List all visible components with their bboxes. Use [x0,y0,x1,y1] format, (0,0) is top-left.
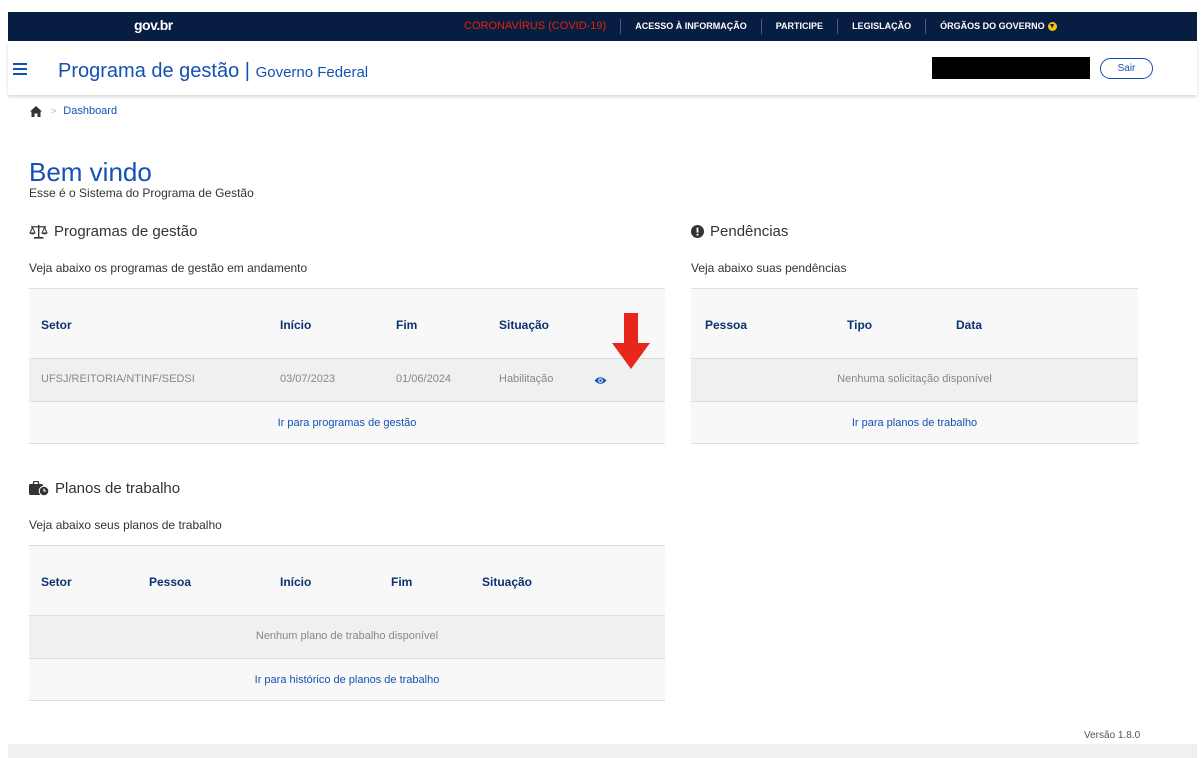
programas-description: Veja abaixo os programas de gestão em an… [29,261,308,275]
col-data: Data [956,318,983,332]
app-title: Programa de gestão | Governo Federal [58,60,368,83]
footer-bar [8,744,1197,758]
col-situacao: Situação [499,318,550,332]
programas-table-footer: Ir para programas de gestão [29,401,665,444]
planos-title-text: Planos de trabalho [55,480,181,497]
covid-link[interactable]: CORONAVÍRUS (COVID-19) [450,19,620,34]
app-header: Programa de gestão | Governo Federal Sai… [8,41,1197,95]
title-separator: | [244,60,250,82]
eye-icon[interactable] [594,376,607,385]
programas-title-text: Programas de gestão [54,223,198,240]
breadcrumb-dashboard[interactable]: Dashboard [63,105,117,117]
orgaos-governo-link[interactable]: ÓRGÃOS DO GOVERNO ▼ [925,19,1071,34]
exclamation-circle-icon [691,225,704,238]
menu-icon[interactable] [13,63,27,75]
historico-planos-link[interactable]: Ir para histórico de planos de trabalho [255,674,440,686]
cell-situacao: Habilitação [499,373,554,385]
col-setor: Setor [41,575,72,589]
planos-description: Veja abaixo seus planos de trabalho [29,518,222,532]
pendencias-table: Pessoa Tipo Data Nenhuma solicitação dis… [691,288,1138,444]
col-fim: Fim [396,318,418,332]
col-pessoa: Pessoa [149,575,192,589]
govbr-logo[interactable]: gov.br [134,17,173,33]
col-inicio: Início [280,318,312,332]
col-fim: Fim [391,575,413,589]
pendencias-table-footer: Ir para planos de trabalho [691,401,1138,444]
chevron-down-icon: ▼ [1047,22,1057,32]
breadcrumb-separator: > [51,106,57,116]
participe-link[interactable]: PARTICIPE [760,19,837,34]
pendencias-title-text: Pendências [710,223,789,240]
planos-trabalho-link[interactable]: Ir para planos de trabalho [852,417,977,429]
pendencias-section-title: Pendências [691,223,788,240]
col-inicio: Início [280,575,312,589]
col-setor: Setor [41,318,72,332]
planos-table-footer: Ir para histórico de planos de trabalho [29,658,665,701]
col-pessoa: Pessoa [705,318,748,332]
programas-section-title: Programas de gestão [29,223,197,240]
table-row[interactable]: UFSJ/REITORIA/NTINF/SEDSI 03/07/2023 01/… [29,358,665,401]
orgaos-governo-label: ÓRGÃOS DO GOVERNO [940,21,1045,31]
table-row: Nenhuma solicitação disponível [691,358,1138,401]
cell-fim: 01/06/2024 [396,373,452,385]
version-label: Versão 1.8.0 [1084,730,1141,741]
empty-message: Nenhuma solicitação disponível [837,373,992,385]
pendencias-table-header: Pessoa Tipo Data [691,288,1138,358]
planos-table: Setor Pessoa Início Fim Situação Nenhum … [29,545,665,701]
breadcrumb: > Dashboard [30,105,117,117]
legislacao-link[interactable]: LEGISLAÇÃO [837,19,925,34]
home-icon[interactable] [30,105,42,117]
cell-setor: UFSJ/REITORIA/NTINF/SEDSI [41,373,195,385]
briefcase-clock-icon [29,481,49,496]
programas-link[interactable]: Ir para programas de gestão [278,417,417,429]
welcome-title: Bem vindo [29,157,152,187]
gov-top-bar: gov.br CORONAVÍRUS (COVID-19) ACESSO À I… [8,12,1197,41]
table-row: Nenhum plano de trabalho disponível [29,615,665,658]
col-tipo: Tipo [847,318,873,332]
cell-inicio: 03/07/2023 [280,373,336,385]
pendencias-description: Veja abaixo suas pendências [691,261,847,275]
logout-button[interactable]: Sair [1100,58,1153,79]
planos-section-title: Planos de trabalho [29,480,180,497]
app-title-sub: Governo Federal [255,64,369,81]
gov-links: CORONAVÍRUS (COVID-19) ACESSO À INFORMAÇ… [450,12,1071,41]
col-situacao: Situação [482,575,533,589]
welcome-subtitle: Esse é o Sistema do Programa de Gestão [29,186,254,200]
programas-table: Setor Início Fim Situação UFSJ/REITORIA/… [29,288,665,444]
redacted-user-name [932,57,1090,79]
red-arrow-annotation [612,313,650,369]
acesso-informacao-link[interactable]: ACESSO À INFORMAÇÃO [620,19,761,34]
empty-message: Nenhum plano de trabalho disponível [255,630,439,642]
app-title-main: Programa de gestão [58,60,240,82]
programas-table-header: Setor Início Fim Situação [29,288,665,358]
balance-scale-icon [29,225,48,239]
planos-table-header: Setor Pessoa Início Fim Situação [29,545,665,615]
